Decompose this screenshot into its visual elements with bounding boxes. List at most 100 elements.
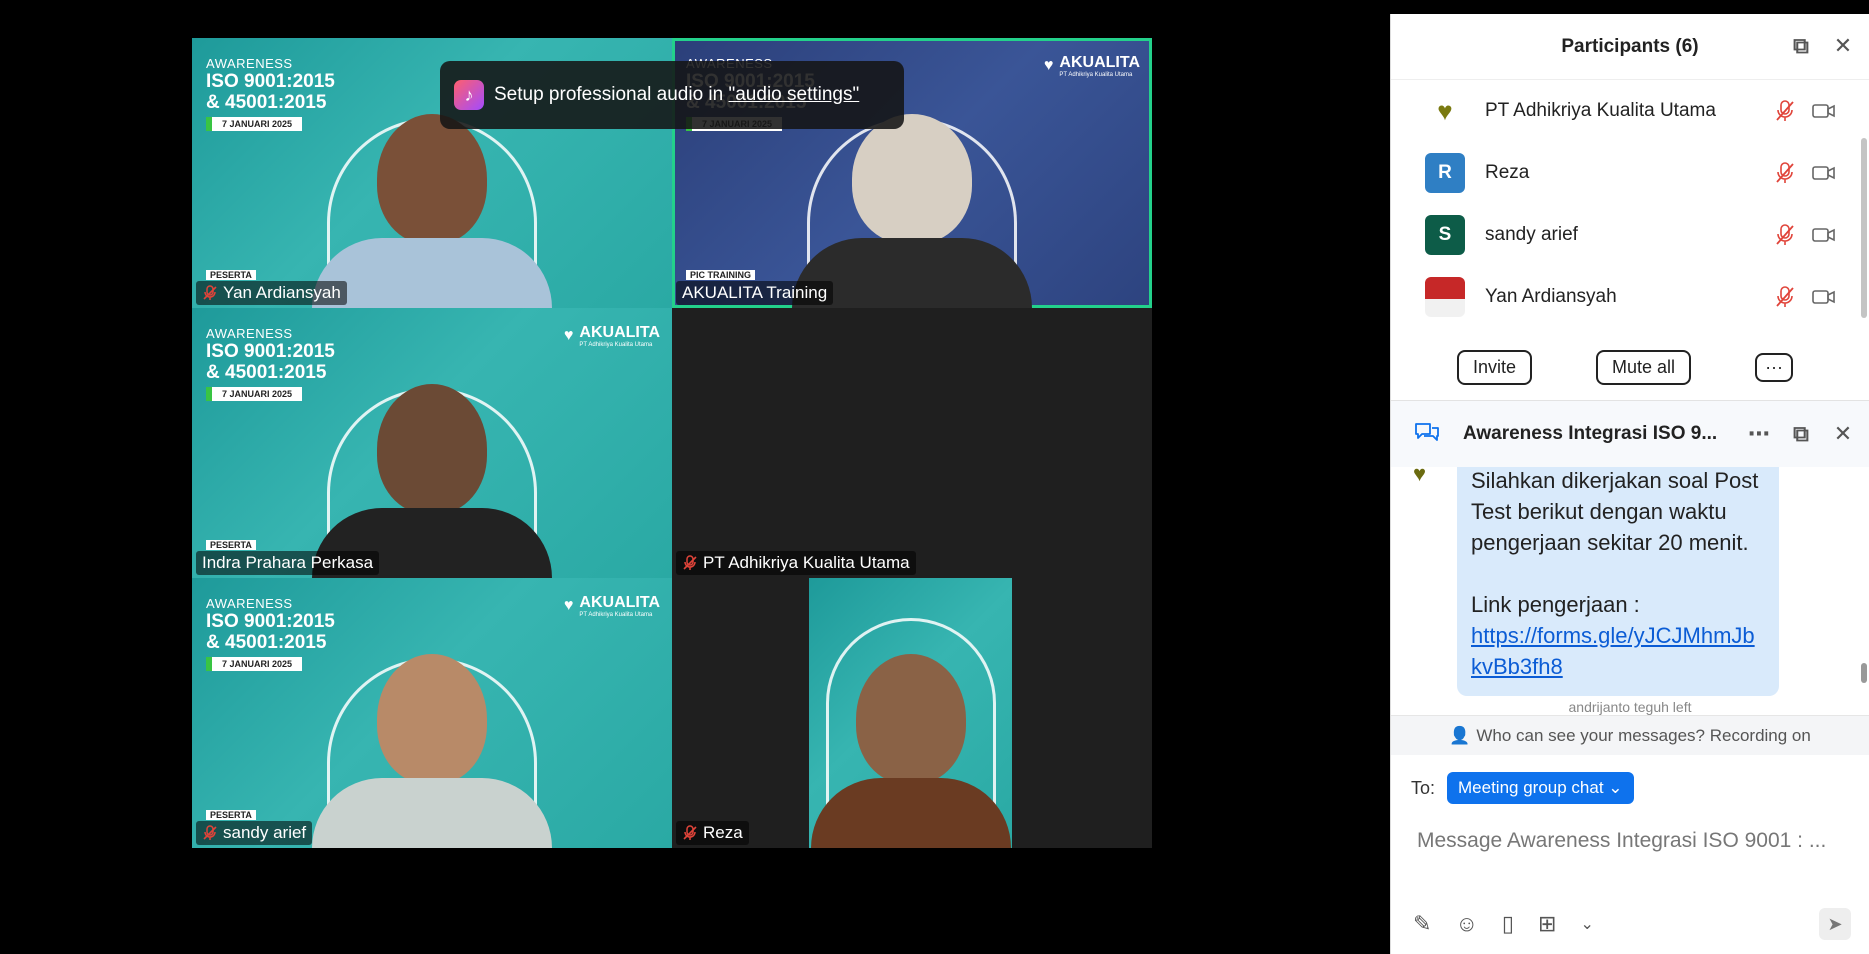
video-tile[interactable]: AWARENESS ISO 9001:2015 & 45001:2015 7 J… (192, 308, 672, 578)
send-button[interactable]: ➤ (1819, 908, 1851, 940)
participant-actions: Invite Mute all ··· (1391, 335, 1869, 401)
participant-row[interactable]: R Reza (1391, 142, 1869, 204)
chat-message-bubble: Silahkan dikerjakan soal Post Test berik… (1457, 467, 1779, 696)
mic-muted-icon[interactable] (1773, 99, 1797, 123)
slide-awareness: AWARENESS (206, 596, 293, 611)
tile-name-label: Reza (676, 821, 749, 845)
brand-logo: ♥ AKUALITA PT Adhikriya Kualita Utama (564, 594, 660, 618)
message-text: Link pengerjaan : (1471, 592, 1640, 617)
more-icon[interactable]: ⋯ (1747, 422, 1771, 446)
invite-button[interactable]: Invite (1457, 350, 1533, 385)
role-tag: PESERTA (206, 810, 256, 820)
participant-name: Yan Ardiansyah (1485, 286, 1617, 307)
recipient-dropdown[interactable]: Meeting group chat ⌄ (1447, 772, 1634, 804)
more-options-button[interactable]: ··· (1755, 353, 1794, 382)
slide-date: 7 JANUARI 2025 (206, 117, 303, 131)
tile-name-label: PT Adhikriya Kualita Utama (676, 551, 916, 575)
chat-toolbar: ✎ ☺ ▯ ⊞ ⌄ ➤ (1413, 904, 1855, 944)
participant-row[interactable]: Yan Ardiansyah (1391, 266, 1869, 328)
participant-row[interactable]: ♥ PT Adhikriya Kualita Utama (1391, 80, 1869, 142)
chevron-down-icon: ⌄ (1608, 778, 1623, 797)
mute-all-button[interactable]: Mute all (1596, 350, 1692, 385)
pop-out-icon[interactable]: ⧉ (1789, 422, 1813, 446)
tile-name: Reza (703, 823, 743, 842)
participant-list: ♥ PT Adhikriya Kualita Utama R Reza S sa… (1391, 80, 1869, 335)
slide-iso-line1: ISO 9001:2015 (206, 341, 335, 362)
chevron-down-icon[interactable]: ⌄ (1580, 914, 1593, 934)
tile-name-label: sandy arief (196, 821, 313, 845)
privacy-notice[interactable]: 👤 Who can see your messages? Recording o… (1391, 715, 1869, 755)
mic-muted-icon[interactable] (1773, 161, 1797, 185)
slide-iso-line1: ISO 9001:2015 (206, 611, 335, 632)
video-camera-icon[interactable] (1811, 99, 1837, 123)
slide-iso-line2: & 45001:2015 (206, 92, 327, 113)
brand-logo: ♥ AKUALITA PT Adhikriya Kualita Utama (1044, 54, 1140, 78)
participant-row[interactable]: S sandy arief (1391, 204, 1869, 266)
brand-sub: PT Adhikriya Kualita Utama (1059, 72, 1133, 78)
format-text-icon[interactable]: ✎ (1413, 911, 1431, 937)
role-tag: PESERTA (206, 540, 256, 550)
video-tile[interactable]: AWARENESS ISO 9001:2015 & 45001:2015 7 J… (192, 578, 672, 848)
video-tile-camera-off[interactable]: PT Adhikriya Kualita Utama (672, 308, 1152, 578)
video-camera-icon[interactable] (1811, 161, 1837, 185)
toast-message: Setup professional audio in (494, 84, 729, 105)
tile-name-label: Indra Prahara Perkasa (196, 551, 380, 575)
brand-logo: ♥ AKUALITA PT Adhikriya Kualita Utama (564, 324, 660, 348)
avatar: R (1425, 153, 1465, 193)
participants-scrollbar[interactable] (1861, 138, 1867, 318)
tile-name: PT Adhikriya Kualita Utama (703, 553, 910, 572)
video-tile[interactable]: Reza (672, 578, 1152, 848)
send-icon: ➤ (1827, 913, 1843, 934)
form-link[interactable]: https://forms.gle/yJCJMhmJbkvBb3fh8 (1471, 623, 1755, 679)
toast-text: Setup professional audio in "audio setti… (494, 84, 859, 106)
pop-out-icon[interactable]: ⧉ (1789, 34, 1813, 58)
person-lock-icon: 👤 (1449, 725, 1471, 745)
mic-muted-icon[interactable] (1773, 285, 1797, 309)
side-panel: Participants (6) ⧉ ✕ ♥ PT Adhikriya Kual… (1390, 14, 1869, 954)
role-tag: PESERTA (206, 270, 256, 280)
file-icon[interactable]: ▯ (1502, 911, 1514, 937)
sender-avatar: ♥ (1413, 467, 1427, 486)
to-label: To: (1411, 777, 1436, 798)
chat-messages: ♥ Silahkan dikerjakan soal Post Test ber… (1391, 467, 1869, 715)
mic-muted-icon (203, 285, 217, 300)
brand-sub: PT Adhikriya Kualita Utama (579, 342, 653, 348)
emoji-icon[interactable]: ☺ (1455, 911, 1477, 937)
close-icon[interactable]: ✕ (1831, 34, 1855, 58)
slide-date: 7 JANUARI 2025 (206, 657, 303, 671)
portrait-video (809, 578, 1012, 848)
participant-video (792, 114, 1032, 308)
slide-awareness: AWARENESS (206, 56, 293, 71)
music-note-icon: ♪ (454, 80, 484, 110)
recipient-label: Meeting group chat (1458, 778, 1604, 797)
participant-name: PT Adhikriya Kualita Utama (1485, 100, 1716, 121)
video-camera-icon[interactable] (1811, 223, 1837, 247)
mic-muted-icon (683, 825, 697, 840)
participant-video (312, 384, 552, 578)
mic-muted-icon[interactable] (1773, 223, 1797, 247)
avatar-initial: R (1438, 162, 1452, 183)
screenshot-icon[interactable]: ⊞ (1538, 911, 1556, 937)
video-camera-icon[interactable] (1811, 285, 1837, 309)
mic-muted-icon (683, 555, 697, 570)
message-input[interactable]: Message Awareness Integrasi ISO 9001 : .… (1391, 821, 1869, 881)
chat-icon (1415, 423, 1439, 441)
avatar-photo (1425, 277, 1465, 317)
avatar: S (1425, 215, 1465, 255)
tile-name: AKUALITA Training (682, 283, 828, 302)
role-tag: PIC TRAINING (686, 270, 756, 280)
avatar-logo: ♥ (1425, 91, 1465, 131)
close-icon[interactable]: ✕ (1831, 422, 1855, 446)
slide-iso-line1: ISO 9001:2015 (206, 71, 335, 92)
logo-icon: ♥ (563, 597, 574, 614)
audio-settings-toast[interactable]: ♪ Setup professional audio in "audio set… (440, 61, 904, 129)
participant-name: sandy arief (1485, 224, 1578, 245)
tile-name-label: AKUALITA Training (676, 281, 834, 305)
slide-iso-line2: & 45001:2015 (206, 632, 327, 653)
audio-settings-link[interactable]: "audio settings" (729, 84, 860, 105)
slide-iso-line2: & 45001:2015 (206, 362, 327, 383)
recipient-row: To: Meeting group chat ⌄ (1391, 755, 1869, 821)
chat-scrollbar[interactable] (1861, 663, 1867, 683)
chat-header: Awareness Integrasi ISO 9... ⋯ ⧉ ✕ (1391, 401, 1869, 467)
brand-sub: PT Adhikriya Kualita Utama (579, 612, 653, 618)
